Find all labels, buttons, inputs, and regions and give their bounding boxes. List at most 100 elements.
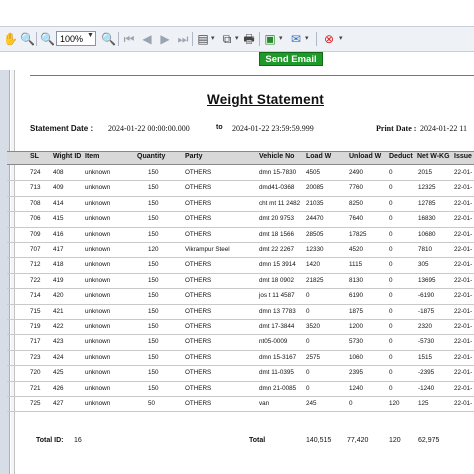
cell-item: unknown (85, 184, 111, 192)
cell-unload: 1240 (349, 384, 364, 392)
email-icon[interactable]: ✉ (289, 31, 303, 47)
col-header: Party (185, 153, 203, 160)
cell-unload: 7640 (349, 215, 364, 223)
print-date: 2024-01-22 11 (420, 124, 468, 133)
cell-vehicle: cht mt 11 2482 (259, 199, 301, 207)
cell-net: 12785 (418, 199, 436, 207)
multiple-pages-icon[interactable]: ⧉ (220, 31, 234, 47)
cell-issue: 22-01- (454, 369, 473, 377)
table-row: 706 415 unknown 150 OTHERS dmt 20 9753 24470 76… (7, 212, 474, 228)
col-header: Net W-KG (417, 153, 450, 160)
cell-deduct: 0 (389, 261, 393, 269)
cell-quantity: 50 (148, 400, 156, 407)
chevron-down-icon[interactable]: ▾ (279, 31, 283, 47)
col-header: Deduct (389, 153, 413, 160)
cell-issue: 22-01- (454, 338, 473, 346)
cell-quantity: 150 (148, 215, 159, 223)
cell-weight-id: 420 (53, 292, 64, 300)
cell-weight-id: 417 (53, 246, 64, 253)
cell-deduct: 0 (389, 369, 393, 377)
cell-load: 4505 (306, 169, 321, 176)
first-page-icon[interactable]: ⏮ (122, 31, 136, 47)
table-row: 717 423 unknown 150 OTHERS nt05-0009 0 5730 0 -57… (7, 335, 474, 351)
cell-item: unknown (85, 215, 111, 223)
next-page-icon[interactable]: ▶ (158, 31, 172, 47)
cell-sl: 723 (30, 353, 41, 361)
cell-deduct: 0 (389, 199, 393, 207)
chevron-down-icon[interactable]: ▾ (235, 31, 239, 47)
chevron-down-icon[interactable]: ▾ (211, 31, 215, 47)
chevron-down-icon[interactable]: ▾ (339, 31, 343, 47)
cell-weight-id: 414 (53, 199, 64, 207)
cell-quantity: 150 (148, 199, 159, 207)
toolbar-separator (36, 32, 37, 46)
cell-party: Vikrampur Steel (185, 246, 230, 253)
last-page-icon[interactable]: ⏭ (176, 31, 190, 47)
export-icon[interactable]: ▣ (263, 31, 277, 47)
cell-quantity: 150 (148, 307, 159, 315)
cell-unload: 7760 (349, 184, 364, 192)
table-header: SL Wight ID Item Quantity Party Vehicle … (7, 151, 474, 165)
cell-issue: 22-01- (454, 261, 473, 269)
cell-net: 13695 (418, 276, 436, 284)
print-icon[interactable]: 🖶 (242, 31, 256, 47)
cell-vehicle: jos t 11 4587 (259, 292, 295, 300)
cell-sl: 713 (30, 184, 41, 192)
table-row: 713 409 unknown 150 OTHERS dmd41-0368 20085 776… (7, 181, 474, 197)
cell-vehicle: dmt 17-3844 (259, 323, 295, 330)
cell-weight-id: 416 (53, 230, 64, 238)
cell-vehicle: dmt 18 0902 (259, 276, 295, 284)
chevron-down-icon[interactable]: ▼ (87, 32, 94, 39)
zoom-out-icon[interactable]: 🔍 (40, 31, 55, 47)
cell-vehicle: dmt 22 2267 (259, 246, 295, 253)
cell-item: unknown (85, 261, 111, 269)
cell-vehicle: dmd41-0368 (259, 184, 295, 192)
toolbar-separator (118, 32, 119, 46)
cell-item: unknown (85, 276, 111, 284)
load-total: 140,515 (306, 437, 332, 444)
zoom-in-icon[interactable]: 🔍 (20, 31, 35, 47)
cell-issue: 22-01- (454, 400, 473, 407)
cell-party: OTHERS (185, 400, 212, 407)
page-setup-icon[interactable]: ▤ (196, 31, 210, 47)
cell-load: 0 (306, 307, 310, 315)
pan-hand-icon[interactable]: ✋ (3, 31, 18, 47)
cell-deduct: 0 (389, 184, 393, 192)
table-row: 712 418 unknown 150 OTHERS dmn 15 3914 1420 111… (7, 258, 474, 274)
cell-load: 21825 (306, 276, 324, 284)
cell-load: 24470 (306, 215, 324, 223)
cell-party: OTHERS (185, 353, 212, 361)
cell-quantity: 120 (148, 246, 159, 253)
cell-net: 16830 (418, 215, 436, 223)
previous-page-icon[interactable]: ◀ (140, 31, 154, 47)
cell-issue: 22-01- (454, 323, 473, 330)
cell-party: OTHERS (185, 169, 212, 176)
zoom-icon[interactable]: 🔍 (101, 31, 116, 47)
col-header: Quantity (137, 153, 166, 160)
cell-net: 7810 (418, 246, 433, 253)
cell-net: 2320 (418, 323, 433, 330)
toolbar-separator (259, 32, 260, 46)
cell-vehicle: dmt 18 1566 (259, 230, 295, 238)
cell-vehicle: dmn 15-7830 (259, 169, 297, 176)
cell-quantity: 150 (148, 261, 159, 269)
cell-deduct: 0 (389, 384, 393, 392)
cell-party: OTHERS (185, 384, 212, 392)
cell-issue: 22-01- (454, 246, 473, 253)
cell-weight-id: 425 (53, 369, 64, 377)
cell-deduct: 0 (389, 292, 393, 300)
close-icon[interactable]: ⊗ (322, 31, 336, 47)
cell-item: unknown (85, 384, 111, 392)
table-row: 725 427 unknown 50 OTHERS van 245 0 120 125 22-01- (7, 397, 474, 413)
cell-load: 0 (306, 384, 310, 392)
cell-unload: 8250 (349, 199, 364, 207)
send-email-button[interactable]: Send Email (259, 52, 323, 66)
cell-item: unknown (85, 353, 111, 361)
cell-item: unknown (85, 246, 111, 253)
cell-party: OTHERS (185, 184, 212, 192)
cell-load: 3520 (306, 323, 321, 330)
cell-sl: 709 (30, 230, 41, 238)
cell-item: unknown (85, 338, 111, 346)
chevron-down-icon[interactable]: ▾ (305, 31, 309, 47)
cell-quantity: 150 (148, 169, 159, 176)
